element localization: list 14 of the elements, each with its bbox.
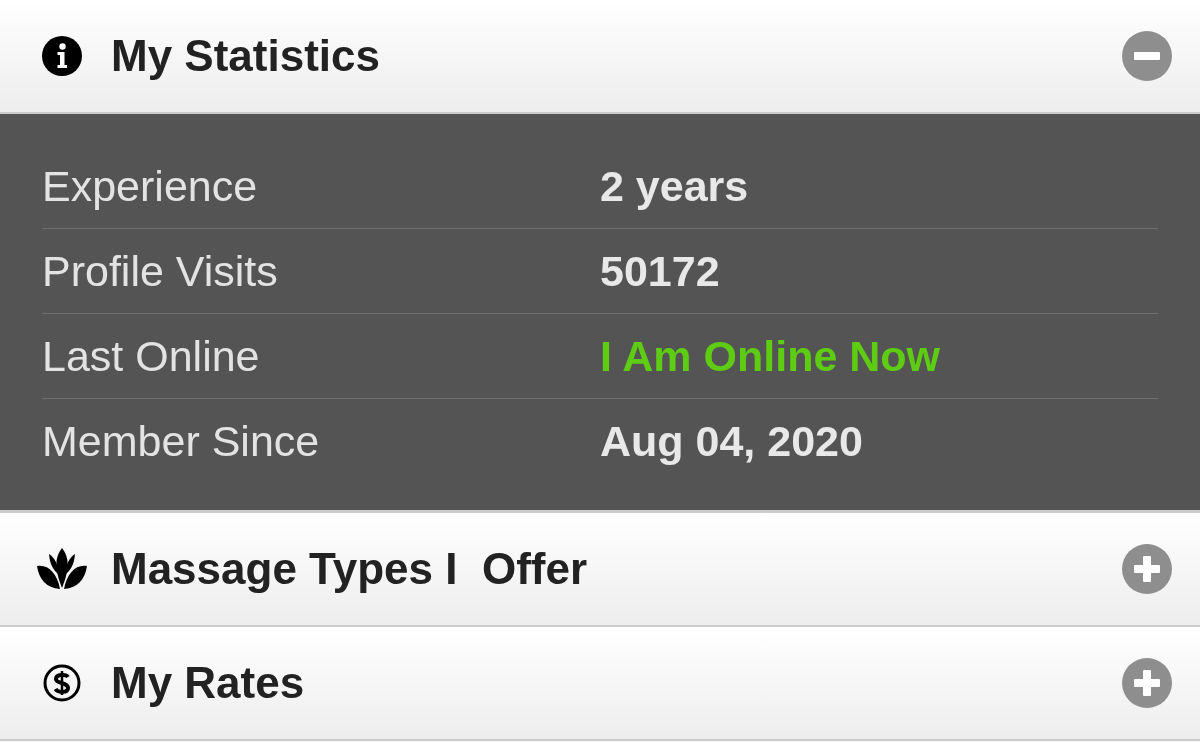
stat-label: Profile Visits xyxy=(42,246,278,296)
accordion-header[interactable]: Massage Types I Offer xyxy=(0,513,1200,627)
accordion-header[interactable]: My Statistics xyxy=(0,0,1200,114)
stat-value: 50172 xyxy=(600,246,720,296)
stat-value: 2 years xyxy=(600,161,749,211)
stat-label: Last Online xyxy=(42,331,260,381)
lotus-icon xyxy=(37,548,87,590)
dollar-coin-icon xyxy=(43,664,81,702)
stat-label: Member Since xyxy=(42,417,320,466)
stat-label: Experience xyxy=(42,161,258,211)
info-icon xyxy=(42,36,82,76)
stat-value: I Am Online Now xyxy=(600,331,941,381)
stat-value: Aug 04, 2020 xyxy=(600,417,863,466)
accordion-header[interactable]: My Rates xyxy=(0,627,1200,741)
